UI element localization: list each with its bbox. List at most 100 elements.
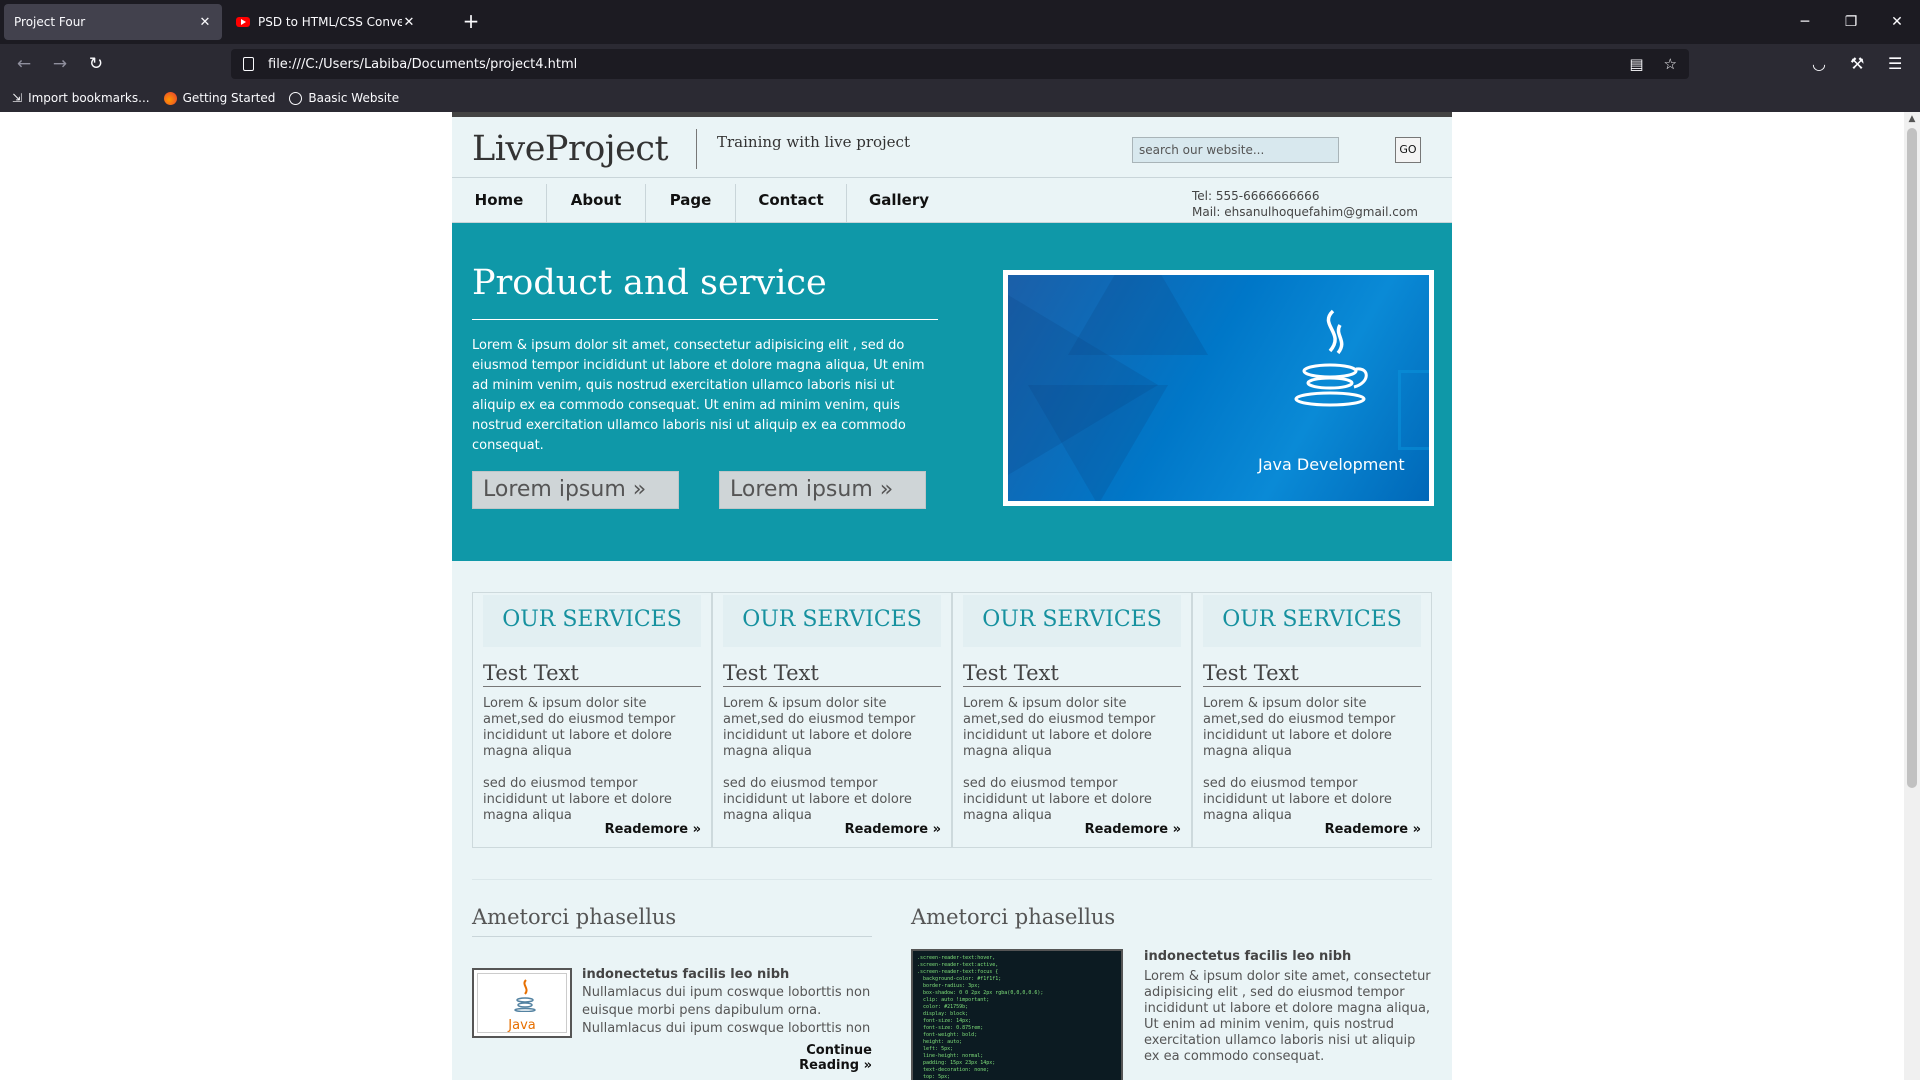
hero-text: Lorem & ipsum dolor sit amet, consectetu…: [472, 338, 925, 453]
url-text: file:///C:/Users/Labiba/Documents/projec…: [268, 56, 578, 72]
tools-icon[interactable]: ⚒: [1850, 54, 1864, 73]
nav-about[interactable]: About: [547, 178, 645, 223]
close-tab-icon[interactable]: ✕: [402, 15, 416, 30]
service-text: sed do eiusmod tempor incididunt ut labo…: [1203, 776, 1392, 823]
service-text: sed do eiusmod tempor incididunt ut labo…: [963, 776, 1152, 823]
service-card: OUR SERVICES Test Text Lorem & ipsum dol…: [712, 592, 952, 848]
service-title: Test Text: [723, 661, 941, 687]
bookmark-baasic-website[interactable]: Baasic Website: [289, 91, 399, 105]
hero-title: Product and service: [472, 263, 827, 303]
forward-icon[interactable]: →: [46, 52, 74, 76]
restore-icon[interactable]: ❐: [1828, 0, 1874, 44]
service-text: Lorem & ipsum dolor site amet,sed do eiu…: [723, 696, 916, 759]
main-nav: Home About Page Contact Gallery Tel: 555…: [452, 178, 1452, 223]
hero-button-2[interactable]: Lorem ipsum »: [719, 471, 926, 509]
service-heading: OUR SERVICES: [963, 595, 1181, 647]
service-heading: OUR SERVICES: [483, 595, 701, 647]
left-item-text: Nullamlacus dui ipum coswque loborttis n…: [582, 985, 871, 1036]
java-cup-icon: [514, 979, 536, 1012]
site-container: LiveProject Training with live project s…: [452, 112, 1452, 1080]
site-tagline: Training with live project: [717, 133, 910, 151]
page-icon: [243, 57, 254, 71]
search-go-button[interactable]: GO: [1395, 137, 1421, 163]
close-tab-icon[interactable]: ✕: [198, 15, 212, 30]
page-viewport: LiveProject Training with live project s…: [0, 112, 1920, 1080]
readmore-link[interactable]: Reademore »: [1325, 822, 1421, 837]
contact-mail: Mail: ehsanulhoquefahim@gmail.com: [1192, 205, 1418, 219]
bookmark-label: Baasic Website: [308, 91, 400, 105]
service-card: OUR SERVICES Test Text Lorem & ipsum dol…: [952, 592, 1192, 848]
bookmark-star-icon[interactable]: ☆: [1664, 55, 1677, 73]
contact-info: Tel: 555-6666666666 Mail: ehsanulhoquefa…: [1192, 188, 1418, 220]
scroll-up-icon[interactable]: ▲: [1907, 114, 1917, 124]
tab-project-four[interactable]: Project Four ✕: [4, 4, 222, 40]
readmore-link[interactable]: Reademore »: [1085, 822, 1181, 837]
right-item-title: indonectetus facilis leo nibh: [1144, 949, 1352, 964]
site-logo[interactable]: LiveProject: [472, 129, 669, 169]
tab-bar: Project Four ✕ PSD to HTML/CSS Conversio…: [0, 0, 1920, 44]
nav-gallery[interactable]: Gallery: [847, 178, 951, 223]
reload-icon[interactable]: ↻: [82, 52, 110, 76]
tab-title: Project Four: [14, 15, 86, 29]
nav-home[interactable]: Home: [452, 178, 546, 223]
vertical-scrollbar[interactable]: ▲: [1904, 112, 1920, 1080]
hero-image-caption: Java Development: [1258, 455, 1405, 474]
service-title: Test Text: [483, 661, 701, 687]
contact-tel: Tel: 555-6666666666: [1192, 189, 1320, 203]
reader-view-icon[interactable]: ▤: [1629, 55, 1643, 73]
new-tab-icon[interactable]: +: [460, 10, 482, 32]
nav-page[interactable]: Page: [646, 178, 735, 223]
bg-shape: [1028, 385, 1168, 501]
hero-button-1[interactable]: Lorem ipsum »: [472, 471, 679, 509]
tab-title: PSD to HTML/CSS Conversion (: [258, 15, 402, 29]
left-section-rule: [472, 936, 872, 937]
thumbnail-label: Java: [508, 1018, 536, 1033]
bookmark-label: Import bookmarks...: [28, 91, 150, 105]
code-screenshot: .screen-reader-text:hover, .screen-reade…: [917, 955, 1044, 1080]
continue-reading-link[interactable]: Continue Reading »: [742, 1043, 872, 1073]
java-thumbnail[interactable]: Java: [472, 968, 572, 1038]
right-section-heading: Ametorci phasellus: [911, 905, 1116, 929]
site-header: LiveProject Training with live project s…: [452, 117, 1452, 178]
bg-shape: [1068, 275, 1208, 355]
address-bar[interactable]: file:///C:/Users/Labiba/Documents/projec…: [231, 49, 1689, 79]
pocket-icon[interactable]: ◡: [1812, 54, 1826, 73]
scrollbar-thumb[interactable]: [1907, 128, 1917, 788]
service-title: Test Text: [963, 661, 1181, 687]
left-section-heading: Ametorci phasellus: [472, 905, 677, 929]
hero-title-rule: [472, 319, 938, 320]
services-row: OUR SERVICES Test Text Lorem & ipsum dol…: [472, 592, 1432, 848]
bookmark-label: Getting Started: [182, 91, 276, 105]
back-icon[interactable]: ←: [10, 52, 38, 76]
service-title: Test Text: [1203, 661, 1421, 687]
header-divider: [696, 129, 697, 169]
bookmark-import[interactable]: ⇲ Import bookmarks...: [12, 91, 150, 105]
readmore-link[interactable]: Reademore »: [605, 822, 701, 837]
bookmarks-toolbar: ⇲ Import bookmarks... Getting Started Ba…: [0, 84, 1920, 112]
left-item-title: indonectetus facilis leo nibh: [582, 967, 790, 982]
close-window-icon[interactable]: ✕: [1874, 0, 1920, 44]
service-card: OUR SERVICES Test Text Lorem & ipsum dol…: [472, 592, 712, 848]
bookmark-getting-started[interactable]: Getting Started: [163, 91, 276, 105]
menu-icon[interactable]: ☰: [1888, 54, 1902, 73]
service-text: sed do eiusmod tempor incididunt ut labo…: [723, 776, 912, 823]
readmore-link[interactable]: Reademore »: [845, 822, 941, 837]
laptop-shape: [1398, 370, 1429, 450]
service-text: Lorem & ipsum dolor site amet,sed do eiu…: [1203, 696, 1396, 759]
search-input[interactable]: search our website...: [1132, 137, 1339, 163]
minimize-icon[interactable]: ─: [1782, 0, 1828, 44]
right-item-text: Lorem & ipsum dolor site amet, consectet…: [1144, 969, 1431, 1064]
service-text: Lorem & ipsum dolor site amet,sed do eiu…: [963, 696, 1156, 759]
youtube-icon: [236, 17, 250, 27]
import-icon: ⇲: [12, 91, 23, 105]
hero-section: Product and service Lorem & ipsum dolor …: [452, 223, 1452, 561]
code-thumbnail[interactable]: .screen-reader-text:hover, .screen-reade…: [911, 949, 1123, 1080]
section-divider: [472, 879, 1432, 880]
nav-contact[interactable]: Contact: [736, 178, 846, 223]
service-heading: OUR SERVICES: [723, 595, 941, 647]
service-card: OUR SERVICES Test Text Lorem & ipsum dol…: [1192, 592, 1432, 848]
hero-image: Java Development: [1003, 270, 1434, 506]
java-logo-icon: [1294, 309, 1368, 407]
thumbnail-frame: Java: [477, 973, 567, 1033]
tab-psd-conversion[interactable]: PSD to HTML/CSS Conversion ( ✕: [226, 4, 426, 40]
